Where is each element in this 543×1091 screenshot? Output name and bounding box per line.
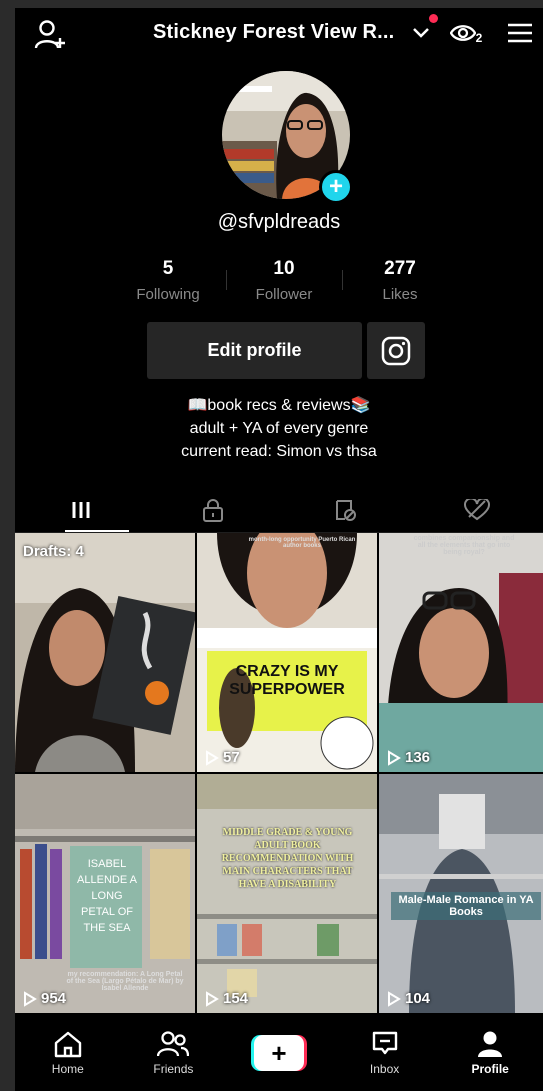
- view-count-value: 154: [223, 990, 249, 1007]
- video-tile[interactable]: Male-Male Romance in YA Books 104: [379, 774, 543, 1013]
- instagram-icon[interactable]: [367, 322, 425, 379]
- inbox-icon: [372, 1031, 397, 1054]
- nav-friends[interactable]: Friends: [121, 1014, 227, 1091]
- private-lock-icon: [203, 499, 223, 522]
- video-tile[interactable]: month-long opportunity Puerto Rican auth…: [197, 533, 377, 772]
- view-count: 136: [387, 749, 430, 766]
- video-tile[interactable]: MIDDLE GRADE & YOUNG ADULT BOOK RECOMMEN…: [197, 774, 377, 1013]
- bio: 📖book recs & reviews📚 adult + YA of ever…: [15, 394, 543, 463]
- book-cover-text: CRAZY IS MY SUPERPOWER: [229, 663, 345, 698]
- book-cover-text: ISABEL ALLENDE A LONG PETAL OF THE SEA: [77, 858, 137, 934]
- play-icon: [206, 990, 219, 1007]
- view-count-value: 954: [41, 990, 67, 1007]
- friends-icon: [157, 1030, 190, 1056]
- drafts-tile[interactable]: Drafts: 4: [15, 533, 195, 772]
- nav-inbox[interactable]: Inbox: [332, 1014, 438, 1091]
- video-caption: MIDDLE GRADE & YOUNG ADULT BOOK RECOMMEN…: [221, 827, 354, 890]
- view-count: 954: [23, 990, 66, 1007]
- nav-create[interactable]: +: [226, 1014, 332, 1091]
- drafts-label: Drafts: 4: [23, 543, 84, 560]
- create-plus-glyph: +: [253, 1034, 304, 1071]
- play-icon: [388, 990, 401, 1007]
- videos-grid-icon: [72, 502, 90, 518]
- play-icon: [388, 749, 401, 766]
- video-caption: Male-Male Romance in YA Books: [391, 892, 541, 920]
- view-count-value: 136: [405, 749, 431, 766]
- bio-line: adult + YA of every genre: [189, 420, 369, 437]
- edit-profile-button[interactable]: Edit profile: [147, 322, 362, 379]
- content-tabs: [15, 488, 543, 533]
- reposts-icon: [336, 500, 356, 521]
- add-friend-icon[interactable]: [33, 18, 69, 52]
- profile-views-eye-icon[interactable]: 2: [447, 18, 485, 48]
- view-count: 57: [205, 749, 240, 766]
- notification-dot: [429, 14, 438, 23]
- view-count-value: 57: [223, 749, 240, 766]
- view-count: 154: [205, 990, 248, 1007]
- bio-line: 📖book recs & reviews📚: [187, 397, 371, 414]
- video-caption: month-long opportunity Puerto Rican auth…: [248, 537, 356, 549]
- nav-label: Inbox: [369, 1061, 400, 1076]
- nav-profile[interactable]: Profile: [437, 1014, 543, 1091]
- stat-label: Follower: [255, 286, 313, 303]
- nav-label: Profile: [471, 1061, 509, 1076]
- stat-followers[interactable]: 10 Follower: [226, 258, 342, 308]
- stat-value: 5: [162, 258, 174, 279]
- nav-home[interactable]: Home: [15, 1014, 121, 1091]
- play-icon: [206, 749, 219, 766]
- stats-row: 5 Following 10 Follower 277 Likes: [110, 258, 458, 308]
- video-grid: Drafts: 4 month-long opportunity Puerto …: [15, 533, 543, 1013]
- stat-likes[interactable]: 277 Likes: [342, 258, 458, 308]
- video-tile[interactable]: combines companionship and all the eleme…: [379, 533, 543, 772]
- top-bar: Stickney Forest View R... 2: [15, 8, 543, 58]
- bottom-nav: Home Friends + Inbox Profile: [15, 1014, 543, 1091]
- nav-label: Friends: [153, 1061, 194, 1076]
- profile-screen: Stickney Forest View R... 2 + @sfvpldrea…: [15, 8, 543, 1091]
- create-plus-icon: +: [250, 1034, 307, 1071]
- stat-value: 277: [384, 258, 416, 279]
- account-name[interactable]: Stickney Forest View R...: [153, 21, 394, 44]
- video-caption: combines companionship and all the eleme…: [413, 535, 515, 556]
- stat-label: Likes: [382, 286, 418, 303]
- tab-private[interactable]: [147, 488, 279, 532]
- view-count-value: 104: [405, 990, 431, 1007]
- stat-following[interactable]: 5 Following: [110, 258, 226, 308]
- home-icon: [54, 1031, 81, 1057]
- tab-liked[interactable]: [411, 488, 543, 532]
- profile-icon: [478, 1031, 503, 1057]
- tab-reposts[interactable]: [279, 488, 411, 532]
- chevron-down-icon[interactable]: [410, 22, 432, 44]
- tab-videos[interactable]: [15, 488, 147, 532]
- add-avatar-button[interactable]: +: [319, 170, 353, 204]
- play-icon: [24, 990, 37, 1007]
- username: @sfvpldreads: [217, 211, 341, 233]
- bio-line: current read: Simon vs thsa: [181, 443, 377, 460]
- liked-heart-icon: [464, 499, 490, 521]
- video-caption: my recommendation: A Long Petal of the S…: [66, 971, 184, 992]
- stat-label: Following: [136, 286, 200, 303]
- view-count: 104: [387, 990, 430, 1007]
- profile-views-count: 2: [475, 31, 483, 45]
- menu-icon[interactable]: [505, 19, 535, 47]
- stat-value: 10: [273, 258, 295, 279]
- nav-label: Home: [51, 1061, 84, 1076]
- video-tile[interactable]: ISABEL ALLENDE A LONG PETAL OF THE SEA m…: [15, 774, 195, 1013]
